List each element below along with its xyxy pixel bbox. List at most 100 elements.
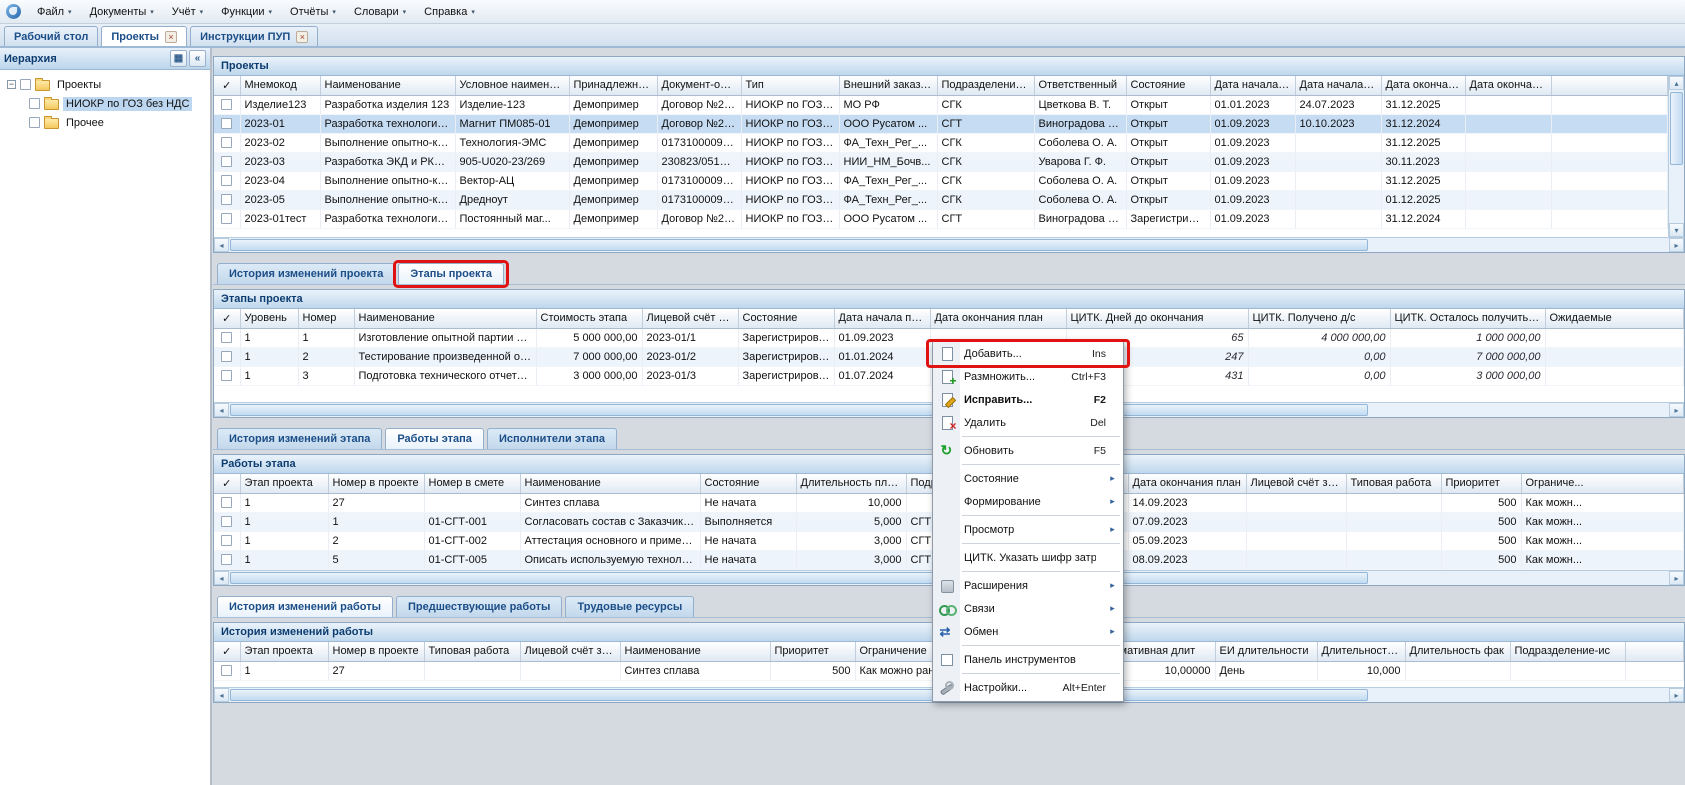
scroll-left-icon[interactable]: ◂ (214, 238, 229, 252)
row-checkbox[interactable] (221, 175, 232, 186)
row-checkbox[interactable] (221, 194, 232, 205)
column-header[interactable]: Ответственный (1034, 76, 1126, 95)
scroll-left-icon[interactable]: ◂ (214, 571, 229, 585)
column-header[interactable]: Дата начала план. (1210, 76, 1295, 95)
context-menu-item[interactable]: Расширения▸ (933, 574, 1123, 597)
table-row[interactable]: Изделие123Разработка изделия 123Изделие-… (214, 95, 1668, 114)
row-checkbox[interactable] (221, 137, 232, 148)
vertical-scrollbar[interactable]: ▴ ▾ (1668, 76, 1684, 237)
row-checkbox[interactable] (221, 332, 232, 343)
row-checkbox[interactable] (221, 516, 232, 527)
column-header[interactable]: Ожидаемые (1545, 309, 1684, 328)
column-header[interactable]: Условное наименова (455, 76, 569, 95)
row-checkbox[interactable] (221, 554, 232, 565)
tree-checkbox[interactable] (20, 79, 31, 90)
row-checkbox[interactable] (221, 370, 232, 381)
row-checkbox[interactable] (221, 118, 232, 129)
column-header[interactable]: Приоритет (1441, 474, 1521, 493)
column-header[interactable]: Дата начала план (834, 309, 930, 328)
tree-node[interactable]: НИОКР по ГОЗ без НДС (2, 94, 208, 113)
window-tab[interactable]: Инструкции ПУП× (190, 26, 318, 46)
table-row[interactable]: 2023-02Выполнение опытно-конс...Технолог… (214, 133, 1668, 152)
column-header[interactable]: Лицевой счёт затр (1246, 474, 1346, 493)
menubar-item[interactable]: Функции▾ (213, 3, 280, 21)
window-tab[interactable]: Проекты× (101, 26, 187, 46)
context-menu-item[interactable]: Формирование▸ (933, 490, 1123, 513)
row-checkbox[interactable] (221, 535, 232, 546)
context-menu-item[interactable]: Связи▸ (933, 597, 1123, 620)
column-header[interactable]: Длительность фак (1405, 642, 1510, 661)
scroll-left-icon[interactable]: ◂ (214, 688, 229, 702)
column-header[interactable]: ЦИТК. Дней до окончания (1066, 309, 1248, 328)
context-menu-item[interactable]: УдалитьDel (933, 411, 1123, 434)
column-header[interactable]: Принадлежность (569, 76, 657, 95)
tree-node[interactable]: Прочее (2, 113, 208, 132)
scroll-right-icon[interactable]: ▸ (1669, 403, 1684, 417)
column-header[interactable]: Дата окончания пл (1381, 76, 1465, 95)
close-icon[interactable]: × (165, 31, 177, 43)
column-header[interactable]: мативная длит (1115, 642, 1215, 661)
select-all-header[interactable]: ✓ (214, 309, 240, 328)
scroll-right-icon[interactable]: ▸ (1669, 238, 1684, 252)
context-menu-item[interactable]: Добавить...Ins (933, 342, 1123, 365)
column-header[interactable]: Номер в проекте (328, 642, 424, 661)
column-header[interactable]: Дата окончания план (1128, 474, 1246, 493)
column-header[interactable]: Дата начала факт (1295, 76, 1381, 95)
column-header[interactable]: Длительность план▼ (796, 474, 906, 493)
panel-tab[interactable]: Исполнители этапа (487, 428, 617, 449)
scrollbar-thumb[interactable] (230, 404, 1368, 416)
window-tab[interactable]: Рабочий стол (4, 26, 98, 46)
column-header[interactable]: Подразделение-ис (1510, 642, 1625, 661)
menubar-item[interactable]: Отчёты▾ (282, 3, 344, 21)
row-checkbox[interactable] (221, 665, 232, 676)
scrollbar-thumb[interactable] (230, 239, 1368, 251)
column-header[interactable]: Тип (741, 76, 839, 95)
context-menu-item[interactable]: Панель инструментов (933, 648, 1123, 671)
column-header[interactable]: Уровень (240, 309, 298, 328)
table-row[interactable]: 2023-04Выполнение опытно-конс...Вектор-А… (214, 171, 1668, 190)
column-header[interactable]: Номер (298, 309, 354, 328)
column-header[interactable]: ЦИТК. Получено д/с (1248, 309, 1390, 328)
context-menu-item[interactable]: Состояние▸ (933, 467, 1123, 490)
row-checkbox[interactable] (221, 497, 232, 508)
close-icon[interactable]: × (296, 31, 308, 43)
scroll-right-icon[interactable]: ▸ (1669, 688, 1684, 702)
scrollbar-thumb[interactable] (230, 572, 1368, 584)
column-header[interactable]: Мнемокод (240, 76, 320, 95)
menubar-item[interactable]: Файл▾ (29, 3, 80, 21)
column-header[interactable]: Состояние (738, 309, 834, 328)
column-header[interactable] (1625, 642, 1684, 661)
context-menu-item[interactable]: Исправить...F2 (933, 388, 1123, 411)
panel-tab[interactable]: История изменений работы (217, 596, 393, 617)
row-checkbox[interactable] (221, 213, 232, 224)
column-header[interactable]: Подразделение-от (937, 76, 1034, 95)
panel-tab[interactable]: Трудовые ресурсы (565, 596, 694, 617)
column-header[interactable]: Лицевой счёт затр (520, 642, 620, 661)
scrollbar-thumb[interactable] (230, 689, 1368, 701)
column-header[interactable]: ЦИТК. Осталось получить д/с (1390, 309, 1545, 328)
scroll-right-icon[interactable]: ▸ (1669, 571, 1684, 585)
column-header[interactable]: Дата окончания ф (1465, 76, 1551, 95)
row-checkbox[interactable] (221, 156, 232, 167)
panel-tab[interactable]: История изменений этапа (217, 428, 382, 449)
panel-tab[interactable]: Этапы проекта (398, 263, 504, 284)
select-all-header[interactable]: ✓ (214, 474, 240, 493)
menubar-item[interactable]: Документы▾ (82, 3, 162, 21)
scrollbar-thumb[interactable] (1670, 92, 1683, 165)
table-row[interactable]: 2023-03Разработка ЭКД и РКД н...905-U020… (214, 152, 1668, 171)
column-header[interactable]: Состояние (1126, 76, 1210, 95)
column-header[interactable]: Этап проекта (240, 474, 328, 493)
scroll-down-icon[interactable]: ▾ (1669, 223, 1684, 237)
menubar-item[interactable]: Словари▾ (346, 3, 414, 21)
column-header[interactable]: Состояние (700, 474, 796, 493)
row-checkbox[interactable] (221, 99, 232, 110)
context-menu-item[interactable]: ЦИТК. Указать шифр затрат... (933, 546, 1123, 569)
context-menu-item[interactable]: Размножить...Ctrl+F3 (933, 365, 1123, 388)
column-header[interactable]: Номер в проекте (328, 474, 424, 493)
column-header[interactable]: Документ-основан (657, 76, 741, 95)
column-header[interactable] (1551, 76, 1668, 95)
column-header[interactable]: Типовая работа (424, 642, 520, 661)
panel-tab[interactable]: Предшествующие работы (396, 596, 562, 617)
tree-checkbox[interactable] (29, 117, 40, 128)
column-header[interactable]: Наименование (320, 76, 455, 95)
